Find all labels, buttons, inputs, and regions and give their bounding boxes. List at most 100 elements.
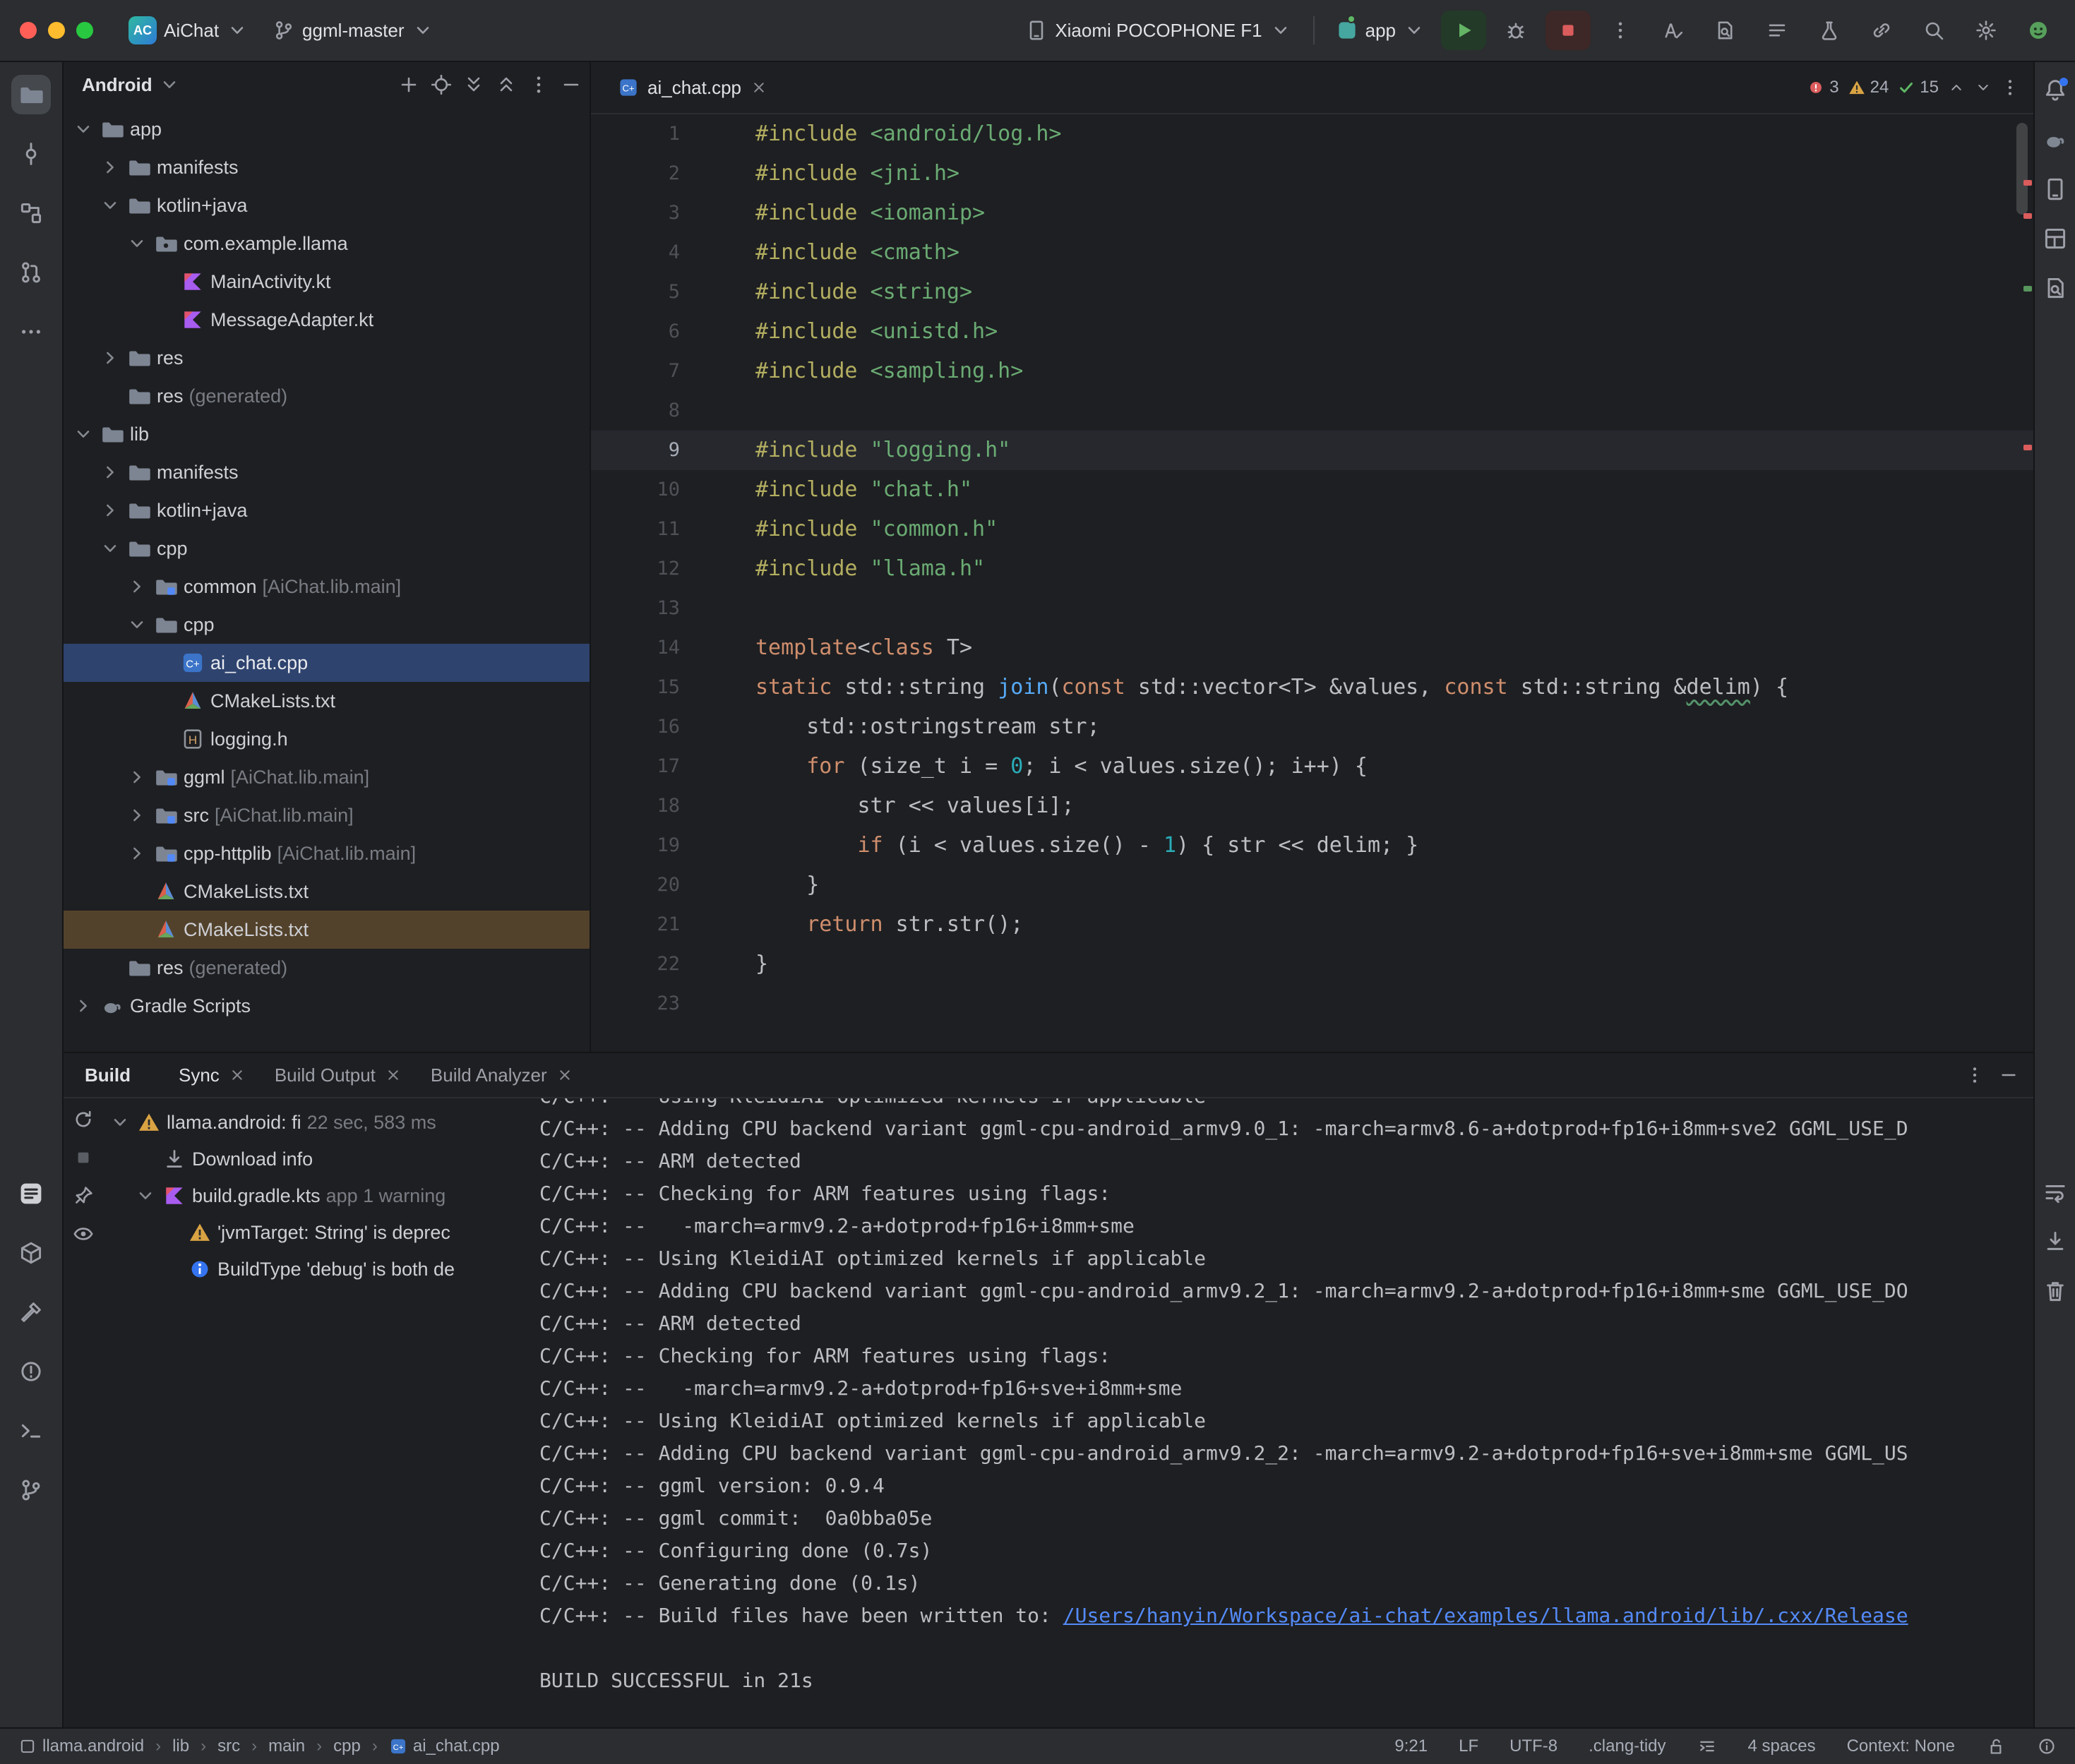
run-configuration-selector[interactable]: app (1327, 13, 1434, 47)
project-view-mode[interactable]: Android (82, 74, 153, 96)
tree-item-cmakelists-txt[interactable]: CMakeLists.txt (64, 682, 590, 720)
build-variants-button[interactable] (1807, 11, 1852, 50)
info-circle-icon[interactable] (2037, 1736, 2057, 1756)
close-icon[interactable] (228, 1066, 246, 1084)
profile-button[interactable] (2016, 11, 2061, 50)
layout-inspector-button[interactable] (2040, 223, 2071, 254)
gradle-toolwindow-button[interactable] (2040, 124, 2071, 155)
editor-scrollbar[interactable] (2016, 123, 2028, 215)
re-sync-icon[interactable] (72, 1108, 95, 1131)
chevron-right-icon[interactable] (99, 156, 121, 179)
chevron-down-icon[interactable] (99, 194, 121, 217)
tree-item-cmakelists-txt[interactable]: CMakeLists.txt (64, 911, 590, 949)
tree-item-cpp-httplib[interactable]: cpp-httplib[AiChat.lib.main] (64, 834, 590, 872)
more-actions-button[interactable] (1598, 11, 1643, 50)
build-toolwindow-button[interactable] (11, 1292, 51, 1332)
tree-item-llama-android-fi[interactable]: llama.android: fi22 sec, 583 ms (103, 1104, 530, 1141)
version-control-button[interactable] (11, 1470, 51, 1510)
tree-item-gradle-scripts[interactable]: Gradle Scripts (64, 987, 590, 1025)
chevron-right-icon[interactable] (99, 461, 121, 484)
chevron-right-icon[interactable] (126, 575, 148, 598)
task-list-button[interactable] (1754, 11, 1800, 50)
soft-wrap-button[interactable] (2040, 1177, 2071, 1208)
breadcrumb-lib[interactable]: lib (172, 1736, 189, 1756)
tree-item-cpp[interactable]: cpp (64, 606, 590, 644)
build-tab-build-analyzer[interactable]: Build Analyzer (417, 1053, 588, 1097)
notifications-button[interactable] (2040, 75, 2071, 106)
error-stripe-mark[interactable] (2023, 213, 2032, 219)
tree-item-manifests[interactable]: manifests (64, 453, 590, 491)
tree-item-res[interactable]: res (64, 339, 590, 377)
close-icon[interactable] (556, 1066, 574, 1084)
encoding-indicator[interactable]: UTF-8 (1509, 1736, 1557, 1756)
tree-item-res[interactable]: res(generated) (64, 949, 590, 987)
plugins-button[interactable] (1859, 11, 1904, 50)
change-stripe-mark[interactable] (2023, 286, 2032, 292)
breadcrumb-llama-android[interactable]: llama.android (18, 1736, 144, 1756)
macos-zoom-button[interactable] (76, 22, 93, 39)
logcat-toolwindow-button[interactable] (11, 1174, 51, 1213)
lock-open-icon[interactable] (1986, 1736, 2006, 1756)
chevron-down-icon[interactable] (72, 423, 95, 445)
indent-indicator[interactable]: 4 spaces (1748, 1736, 1816, 1756)
expand-all-icon[interactable] (462, 73, 485, 96)
close-icon[interactable] (750, 78, 768, 97)
chevron-down-icon[interactable] (158, 73, 181, 96)
app-inspection-button[interactable] (2040, 272, 2071, 304)
chevron-right-icon[interactable] (126, 804, 148, 827)
locate-file-icon[interactable] (430, 73, 453, 96)
tree-item-manifests[interactable]: manifests (64, 148, 590, 186)
settings-button[interactable] (1963, 11, 2009, 50)
cursor-position[interactable]: 9:21 (1394, 1736, 1428, 1756)
pull-requests-button[interactable] (11, 253, 51, 292)
chevron-down-icon[interactable] (126, 613, 148, 636)
tree-item-cmakelists-txt[interactable]: CMakeLists.txt (64, 872, 590, 911)
tree-item-kotlin-java[interactable]: kotlin+java (64, 491, 590, 529)
breadcrumb-src[interactable]: src (217, 1736, 240, 1756)
kebab-icon[interactable] (527, 73, 550, 96)
tree-item-lib[interactable]: lib (64, 415, 590, 453)
tree-item-res[interactable]: res(generated) (64, 377, 590, 415)
tree-item-src[interactable]: src[AiChat.lib.main] (64, 796, 590, 834)
context-indicator[interactable]: Context: None (1847, 1736, 1955, 1756)
project-toolwindow-button[interactable] (11, 75, 51, 114)
error-stripe-mark[interactable] (2023, 445, 2032, 450)
chevron-down-icon[interactable] (134, 1184, 157, 1207)
structure-toolwindow-button[interactable] (11, 193, 51, 233)
clear-console-button[interactable] (2040, 1276, 2071, 1307)
error-stripe-mark[interactable] (2023, 180, 2032, 186)
chevron-down-icon[interactable] (72, 118, 95, 140)
tree-item-common[interactable]: common[AiChat.lib.main] (64, 568, 590, 606)
tree-item-kotlin-java[interactable]: kotlin+java (64, 186, 590, 224)
chevron-down-icon[interactable] (109, 1111, 131, 1134)
tree-item-logging-h[interactable]: Hlogging.h (64, 720, 590, 758)
terminal-toolwindow-button[interactable] (11, 1411, 51, 1451)
close-icon[interactable] (384, 1066, 402, 1084)
clang-tidy-indicator[interactable]: .clang-tidy (1589, 1736, 1666, 1756)
build-console[interactable]: C/C++: -- Using KleidiAI optimized kerne… (530, 1098, 2033, 1727)
stop-sync-icon[interactable] (72, 1146, 95, 1169)
dependencies-toolwindow-button[interactable] (11, 1233, 51, 1273)
line-ending-indicator[interactable]: LF (1459, 1736, 1478, 1756)
chevron-right-icon[interactable] (126, 842, 148, 865)
problems-toolwindow-button[interactable] (11, 1352, 51, 1391)
project-selector[interactable]: AC AiChat (120, 11, 257, 50)
chevron-right-icon[interactable] (72, 995, 95, 1017)
chevron-down-icon[interactable] (126, 232, 148, 255)
search-everywhere-button[interactable] (1911, 11, 1956, 50)
tree-item-app[interactable]: app (64, 110, 590, 148)
vcs-branch-selector[interactable]: ggml-master (264, 13, 442, 47)
build-tab-sync[interactable]: Sync (165, 1053, 261, 1097)
collapse-all-icon[interactable] (495, 73, 518, 96)
tree-item-buildtype-debug-is-both-de[interactable]: BuildType 'debug' is both de (103, 1251, 530, 1288)
tree-item-jvmtarget-string-is-deprec[interactable]: 'jvmTarget: String' is deprec (103, 1214, 530, 1251)
tree-item-download-info[interactable]: Download info (103, 1141, 530, 1177)
build-output-path-link[interactable]: /Users/hanyin/Workspace/ai-chat/examples… (1063, 1604, 1908, 1627)
kebab-icon[interactable] (1964, 1064, 1985, 1086)
breadcrumb-ai-chat-cpp[interactable]: C+ai_chat.cpp (389, 1736, 500, 1756)
build-tab-build-output[interactable]: Build Output (261, 1053, 417, 1097)
hide-panel-icon[interactable] (1998, 1064, 2019, 1086)
commit-toolwindow-button[interactable] (11, 134, 51, 174)
macos-minimize-button[interactable] (48, 22, 65, 39)
device-selector[interactable]: Xiaomi POCOPHONE F1 (1017, 13, 1300, 47)
